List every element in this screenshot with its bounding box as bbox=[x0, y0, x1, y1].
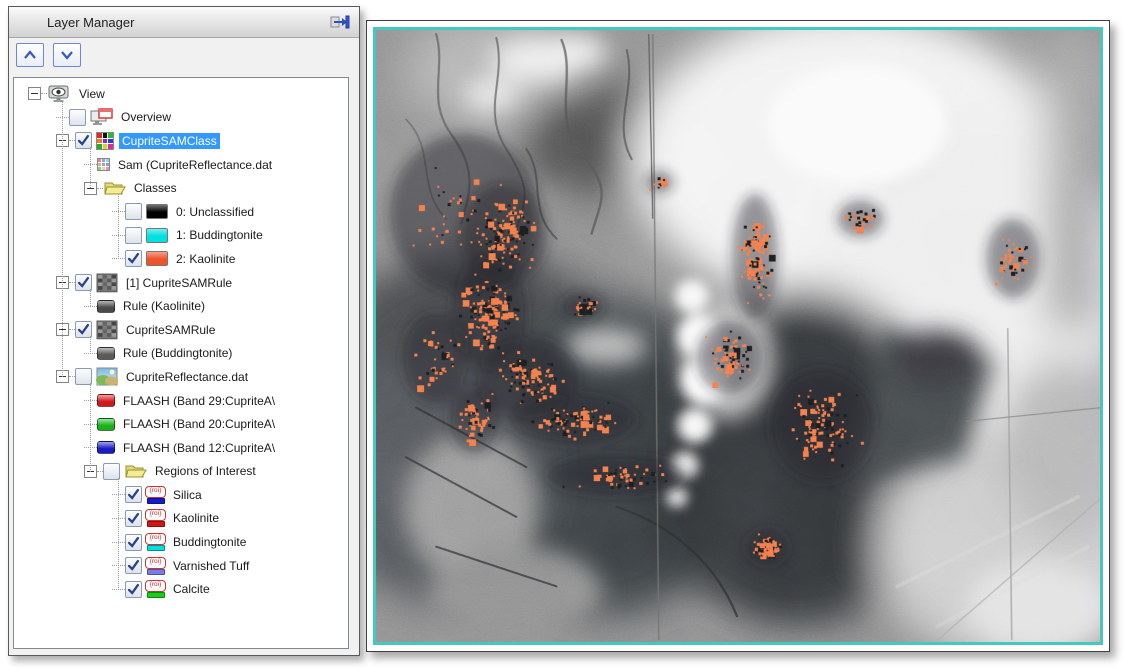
rule-image-icon bbox=[96, 320, 118, 340]
folder-open-icon bbox=[103, 180, 126, 197]
layer-label[interactable]: View bbox=[76, 86, 108, 102]
layer-label[interactable]: CupriteSAMRule bbox=[123, 322, 218, 338]
chevron-up-icon bbox=[22, 49, 38, 61]
tree-item-rule-buddingtonite[interactable]: Rule (Buddingtonite) bbox=[14, 342, 348, 366]
color-swatch bbox=[146, 204, 168, 219]
tree-item-regions-of-interest[interactable]: Regions of Interest bbox=[14, 460, 348, 484]
image-viewport[interactable] bbox=[373, 27, 1103, 645]
tree-item-sam-cupritereflectance-dat[interactable]: Sam (CupriteReflectance.dat bbox=[14, 153, 348, 177]
overview-monitor-icon bbox=[90, 108, 113, 126]
tree-item-rule-kaolinite[interactable]: Rule (Kaolinite) bbox=[14, 294, 348, 318]
tree-item-cupritesamrule[interactable]: CupriteSAMRule bbox=[14, 318, 348, 342]
tree-connector bbox=[90, 383, 91, 471]
layer-label[interactable]: Rule (Buddingtonite) bbox=[120, 345, 235, 361]
checkbox-checked[interactable] bbox=[125, 250, 142, 267]
class-grid-icon bbox=[97, 158, 110, 171]
expand-all-button[interactable] bbox=[53, 43, 81, 67]
tree-connector bbox=[90, 336, 91, 354]
layer-label[interactable]: Silica bbox=[170, 487, 205, 503]
class-grid-icon bbox=[96, 132, 114, 150]
band-color-chip bbox=[97, 347, 115, 360]
tree-item-1-cupritesamrule[interactable]: [1] CupriteSAMRule bbox=[14, 271, 348, 295]
chevron-down-icon bbox=[59, 49, 75, 61]
layer-manager-panel: Layer Manager bbox=[8, 6, 360, 656]
roi-icon: {roi} bbox=[146, 557, 165, 575]
tree-item-kaolinite[interactable]: {roi} Kaolinite bbox=[14, 507, 348, 531]
tree-item-1-buddingtonite[interactable]: 1: Buddingtonite bbox=[14, 224, 348, 248]
layer-tree: View Overview CupriteSAMClass Sam (CupriteR… bbox=[13, 77, 349, 649]
checkbox-unchecked[interactable] bbox=[69, 109, 86, 126]
layer-label[interactable]: FLAASH (Band 20:CupriteA\ bbox=[120, 416, 278, 432]
tree-connector bbox=[90, 289, 91, 307]
tree-item-flaash-band-20-cupritea[interactable]: FLAASH (Band 20:CupriteA\ bbox=[14, 412, 348, 436]
band-color-chip bbox=[97, 300, 115, 313]
checkbox-checked[interactable] bbox=[125, 581, 142, 598]
checkbox-unchecked[interactable] bbox=[125, 227, 142, 244]
folder-open-icon bbox=[124, 463, 147, 480]
tree-item-overview[interactable]: Overview bbox=[14, 106, 348, 130]
panel-toolbar bbox=[9, 38, 359, 72]
layer-label[interactable]: Overview bbox=[118, 109, 174, 125]
tree-item-2-kaolinite[interactable]: 2: Kaolinite bbox=[14, 247, 348, 271]
tree-item-varnished-tuff[interactable]: {roi} Varnished Tuff bbox=[14, 554, 348, 578]
tree-item-calcite[interactable]: {roi} Calcite bbox=[14, 577, 348, 601]
rgb-image-icon bbox=[96, 367, 118, 386]
checkbox-checked[interactable] bbox=[125, 534, 142, 551]
tree-item-silica[interactable]: {roi} Silica bbox=[14, 483, 348, 507]
layer-label[interactable]: Buddingtonite bbox=[170, 534, 249, 550]
envi-workspace: Layer Manager bbox=[0, 0, 1125, 670]
layer-label[interactable]: [1] CupriteSAMRule bbox=[123, 275, 235, 291]
tree-item-view[interactable]: View bbox=[14, 82, 348, 106]
classification-image[interactable] bbox=[376, 30, 1102, 644]
layer-label[interactable]: 1: Buddingtonite bbox=[173, 227, 266, 243]
layer-label[interactable]: Kaolinite bbox=[170, 510, 222, 526]
layer-label[interactable]: Classes bbox=[131, 180, 180, 196]
panel-title: Layer Manager bbox=[47, 15, 327, 30]
color-swatch bbox=[146, 228, 168, 243]
checkbox-checked[interactable] bbox=[125, 557, 142, 574]
tree-connector bbox=[118, 478, 119, 590]
layer-label[interactable]: CupriteReflectance.dat bbox=[123, 369, 251, 385]
roi-icon: {roi} bbox=[146, 509, 165, 527]
tree-item-classes[interactable]: Classes bbox=[14, 176, 348, 200]
display-view-window bbox=[366, 20, 1110, 652]
layer-label[interactable]: 2: Kaolinite bbox=[173, 251, 238, 267]
tree-item-buddingtonite[interactable]: {roi} Buddingtonite bbox=[14, 530, 348, 554]
undock-right-icon[interactable] bbox=[327, 11, 353, 33]
layer-label[interactable]: Calcite bbox=[170, 581, 213, 597]
tree-item-0-unclassified[interactable]: 0: Unclassified bbox=[14, 200, 348, 224]
tree-item-cupritesamclass[interactable]: CupriteSAMClass bbox=[14, 129, 348, 153]
tree-connector bbox=[90, 147, 91, 188]
layer-label[interactable]: CupriteSAMClass bbox=[119, 133, 220, 149]
color-swatch bbox=[146, 251, 168, 266]
expander-minus-icon[interactable] bbox=[28, 87, 41, 100]
rule-image-icon bbox=[96, 273, 118, 293]
tree-connector bbox=[62, 100, 63, 377]
layer-label[interactable]: Rule (Kaolinite) bbox=[120, 298, 208, 314]
collapse-all-button[interactable] bbox=[16, 43, 44, 67]
layer-manager-header: Layer Manager bbox=[9, 7, 359, 38]
layer-label[interactable]: 0: Unclassified bbox=[173, 204, 257, 220]
roi-icon: {roi} bbox=[146, 533, 165, 551]
checkbox-unchecked[interactable] bbox=[125, 203, 142, 220]
eye-monitor-icon bbox=[47, 85, 71, 103]
tree-item-flaash-band-29-cupritea[interactable]: FLAASH (Band 29:CupriteA\ bbox=[14, 389, 348, 413]
layer-label[interactable]: Varnished Tuff bbox=[170, 558, 252, 574]
layer-label[interactable]: FLAASH (Band 12:CupriteA\ bbox=[120, 440, 278, 456]
band-color-chip bbox=[97, 394, 115, 407]
tree-item-cupritereflectance-dat[interactable]: CupriteReflectance.dat bbox=[14, 365, 348, 389]
layer-label[interactable]: Regions of Interest bbox=[152, 463, 259, 479]
tree-item-flaash-band-12-cupritea[interactable]: FLAASH (Band 12:CupriteA\ bbox=[14, 436, 348, 460]
roi-icon: {roi} bbox=[146, 486, 165, 504]
layer-label[interactable]: FLAASH (Band 29:CupriteA\ bbox=[120, 393, 278, 409]
checkbox-checked[interactable] bbox=[125, 510, 142, 527]
band-color-chip bbox=[97, 441, 115, 454]
tree-connector bbox=[118, 194, 119, 259]
checkbox-checked[interactable] bbox=[125, 486, 142, 503]
roi-icon: {roi} bbox=[146, 580, 165, 598]
band-color-chip bbox=[97, 418, 115, 431]
layer-label[interactable]: Sam (CupriteReflectance.dat bbox=[115, 157, 275, 173]
